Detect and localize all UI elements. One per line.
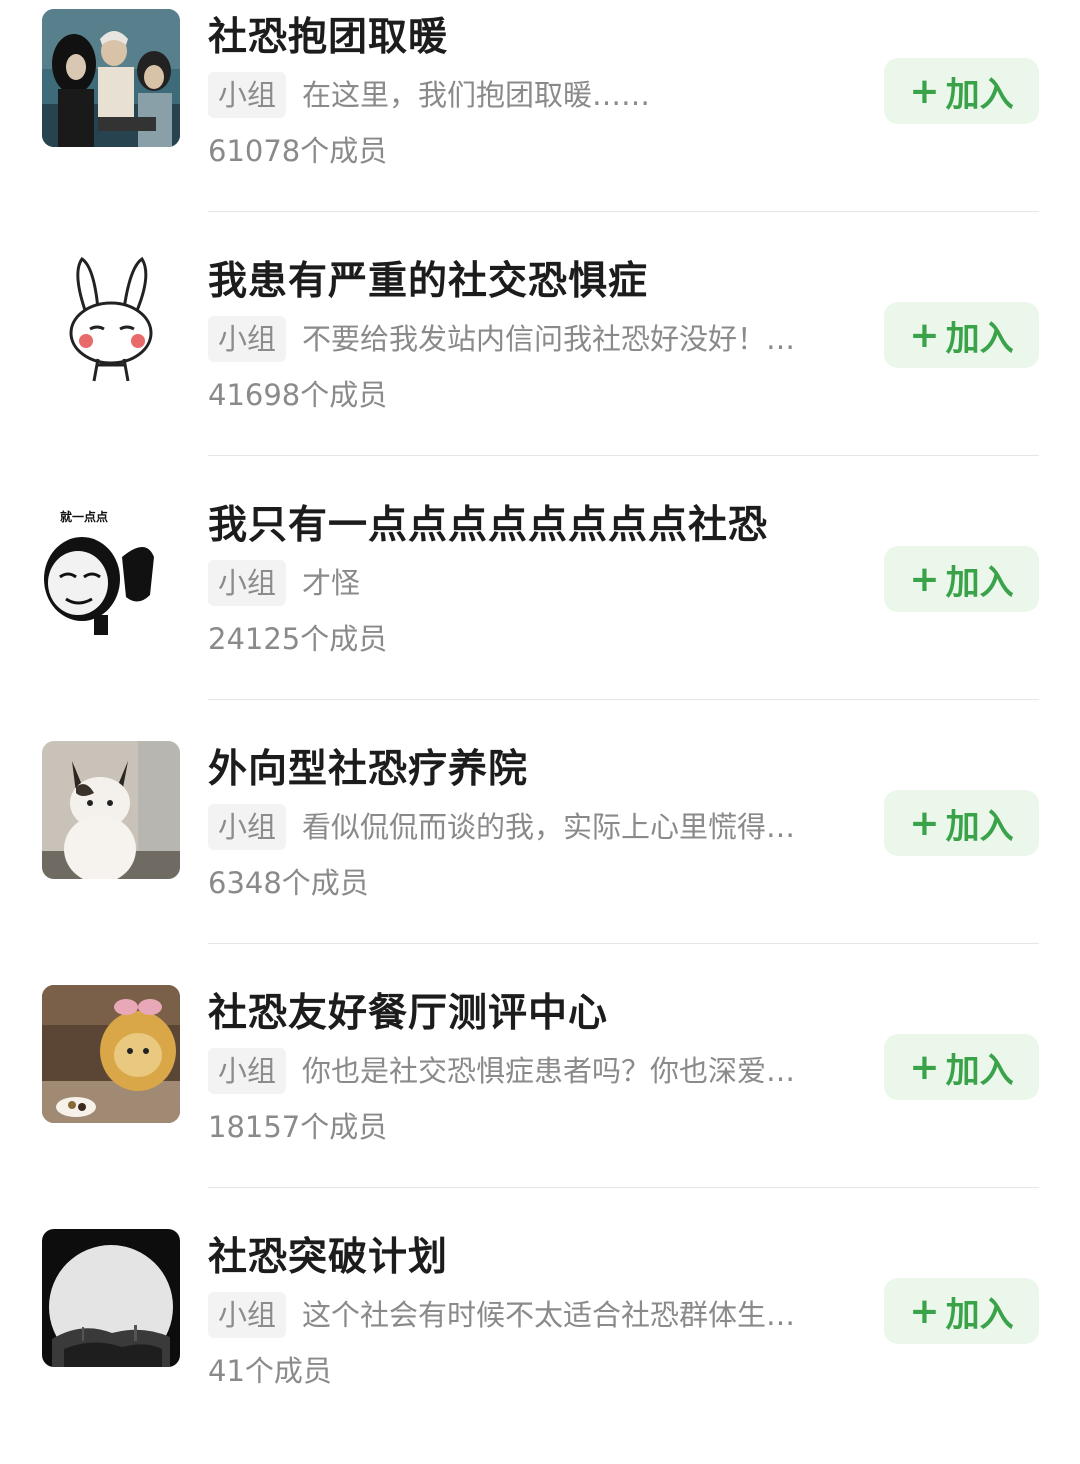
group-tag: 小组	[208, 316, 287, 362]
plus-icon: +	[909, 314, 940, 356]
plus-icon: +	[909, 1046, 940, 1088]
group-title[interactable]: 我患有严重的社交恐惧症	[208, 250, 648, 306]
member-count: 24125个成员	[208, 622, 388, 656]
plus-icon: +	[909, 558, 940, 600]
group-title[interactable]: 社恐突破计划	[208, 1226, 448, 1282]
join-label: 加入	[945, 562, 1014, 603]
panda-meme-image: 就一点点	[42, 497, 180, 635]
member-count: 61078个成员	[208, 134, 388, 168]
group-avatar-panda[interactable]: 就一点点	[42, 497, 180, 635]
plus-icon: +	[909, 802, 940, 844]
join-label: 加入	[945, 1050, 1014, 1091]
divider	[208, 211, 1039, 212]
landscape-circle-image	[42, 1229, 180, 1367]
bunny-sticker-image	[42, 253, 180, 391]
member-count: 41个成员	[208, 1354, 332, 1388]
avatar-caption: 就一点点	[60, 509, 108, 524]
group-description: 才怪	[302, 566, 361, 600]
group-tag: 小组	[208, 72, 287, 118]
join-button[interactable]: + 加入	[884, 790, 1039, 856]
group-description: 在这里，我们抱团取暖……	[302, 78, 651, 112]
join-button[interactable]: + 加入	[884, 1034, 1039, 1100]
join-button[interactable]: + 加入	[884, 58, 1039, 124]
member-count: 18157个成员	[208, 1110, 388, 1144]
group-description: 你也是社交恐惧症患者吗？你也深爱…	[302, 1054, 796, 1088]
cat-photo-image	[42, 741, 180, 879]
group-item[interactable]: 外向型社恐疗养院 小组 看似侃侃而谈的我，实际上心里慌得… 6348个成员 + …	[0, 732, 1080, 976]
join-label: 加入	[945, 318, 1014, 359]
group-title[interactable]: 外向型社恐疗养院	[208, 738, 528, 794]
join-label: 加入	[945, 1294, 1014, 1335]
plus-icon: +	[909, 1290, 940, 1332]
group-avatar-landscape[interactable]	[42, 1229, 180, 1367]
plus-icon: +	[909, 70, 940, 112]
join-button[interactable]: + 加入	[884, 546, 1039, 612]
group-description: 看似侃侃而谈的我，实际上心里慌得…	[302, 810, 796, 844]
group-avatar-cat[interactable]	[42, 741, 180, 879]
group-tag: 小组	[208, 560, 287, 606]
member-count: 6348个成员	[208, 866, 369, 900]
group-title[interactable]: 我只有一点点点点点点点点社恐	[208, 494, 768, 550]
join-label: 加入	[945, 74, 1014, 115]
group-description: 这个社会有时候不太适合社恐群体生…	[302, 1298, 796, 1332]
couple-photo-image	[42, 9, 180, 147]
member-count: 41698个成员	[208, 378, 388, 412]
group-tag: 小组	[208, 1048, 287, 1094]
group-tag: 小组	[208, 804, 287, 850]
group-avatar-couple[interactable]	[42, 9, 180, 147]
group-item[interactable]: 就一点点 我只有一点点点点点点点点社恐 小组 才怪 24125个成员 + 加入	[0, 488, 1080, 732]
group-item[interactable]: 社恐友好餐厅测评中心 小组 你也是社交恐惧症患者吗？你也深爱… 18157个成员…	[0, 976, 1080, 1220]
group-avatar-bear[interactable]	[42, 985, 180, 1123]
group-title[interactable]: 社恐友好餐厅测评中心	[208, 982, 608, 1038]
divider	[208, 943, 1039, 944]
group-item[interactable]: 社恐突破计划 小组 这个社会有时候不太适合社恐群体生… 41个成员 + 加入	[0, 1220, 1080, 1464]
join-label: 加入	[945, 806, 1014, 847]
group-description: 不要给我发站内信问我社恐好没好！…	[302, 322, 796, 356]
group-title[interactable]: 社恐抱团取暖	[208, 6, 448, 62]
divider	[208, 1187, 1039, 1188]
group-tag: 小组	[208, 1292, 287, 1338]
join-button[interactable]: + 加入	[884, 1278, 1039, 1344]
teddy-bear-image	[42, 985, 180, 1123]
divider	[208, 455, 1039, 456]
group-item[interactable]: 我患有严重的社交恐惧症 小组 不要给我发站内信问我社恐好没好！… 41698个成…	[0, 244, 1080, 488]
group-list: 社恐抱团取暖 小组 在这里，我们抱团取暖…… 61078个成员 + 加入 我患有…	[0, 0, 1080, 1417]
join-button[interactable]: + 加入	[884, 302, 1039, 368]
group-avatar-bunny[interactable]	[42, 253, 180, 391]
divider	[208, 699, 1039, 700]
group-item[interactable]: 社恐抱团取暖 小组 在这里，我们抱团取暖…… 61078个成员 + 加入	[0, 0, 1080, 244]
